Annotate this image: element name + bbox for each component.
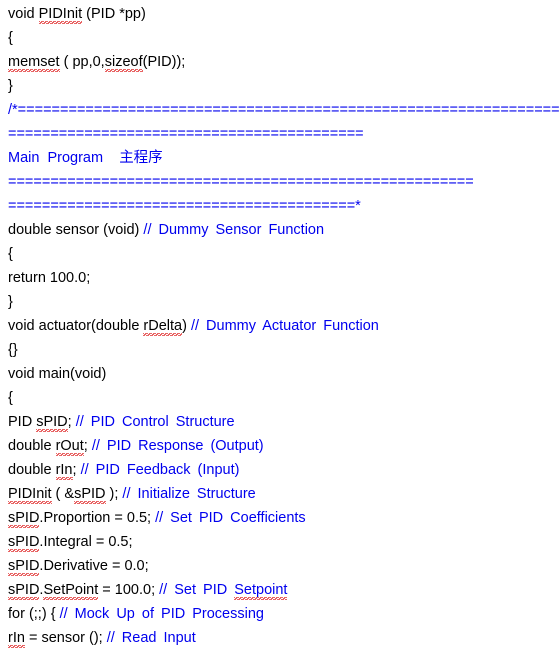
code-comment: // PID Feedback (Input) xyxy=(80,462,240,478)
code-line[interactable]: return 100.0; xyxy=(0,266,560,290)
spellcheck-word: memset xyxy=(8,54,60,73)
code-line[interactable]: PIDInit ( &sPID ); // Initialize Structu… xyxy=(0,482,560,506)
spellcheck-word: sizeof xyxy=(104,54,143,73)
code-line[interactable]: void actuator(double rDelta) // Dummy Ac… xyxy=(0,314,560,338)
code-text: double sensor (void) xyxy=(8,222,144,238)
code-text: } xyxy=(8,78,13,94)
code-text: { xyxy=(8,390,13,406)
code-text: sPID.Integral = 0.5; xyxy=(8,534,133,553)
comment-divider: /*======================================… xyxy=(8,102,560,118)
code-text: return 100.0; xyxy=(8,270,91,286)
code-comment: // Dummy Sensor Function xyxy=(143,222,325,238)
code-text: { xyxy=(8,246,13,262)
code-text: double rOut; xyxy=(8,438,92,457)
spellcheck-word: rIn xyxy=(8,630,25,649)
code-line[interactable]: ========================================… xyxy=(0,194,560,218)
spellcheck-word: Setpoint xyxy=(234,582,288,601)
code-text: void actuator(double rDelta) xyxy=(8,318,191,337)
code-line[interactable]: sPID.Integral = 0.5; xyxy=(0,530,560,554)
spellcheck-word: PIDInit xyxy=(38,6,83,25)
code-comment: // Mock Up of PID Processing xyxy=(59,606,264,622)
code-line[interactable]: {} xyxy=(0,338,560,362)
code-line[interactable]: /*======================================… xyxy=(0,98,560,122)
code-text: memset ( pp,0,sizeof(PID)); xyxy=(8,54,185,73)
comment-divider: ========================================… xyxy=(8,126,364,142)
code-line[interactable]: sPID.Proportion = 0.5; // Set PID Coeffi… xyxy=(0,506,560,530)
code-comment: // Initialize Structure xyxy=(122,486,256,502)
spellcheck-word: rDelta xyxy=(143,318,183,337)
code-text: double rIn; xyxy=(8,462,81,481)
code-line[interactable]: double rOut; // PID Response (Output) xyxy=(0,434,560,458)
spellcheck-word: SetPoint xyxy=(43,582,99,601)
spellcheck-word: rOut xyxy=(55,438,84,457)
code-line[interactable]: } xyxy=(0,290,560,314)
header-spacer xyxy=(103,150,119,166)
code-comment: // PID Control Structure xyxy=(75,414,235,430)
code-comment: // Set PID Setpoint xyxy=(159,582,288,601)
code-line[interactable]: memset ( pp,0,sizeof(PID)); xyxy=(0,50,560,74)
code-line[interactable]: } xyxy=(0,74,560,98)
code-line[interactable]: ========================================… xyxy=(0,170,560,194)
spellcheck-word: sPID xyxy=(8,510,40,529)
code-text: sPID.Proportion = 0.5; xyxy=(8,510,155,529)
code-line[interactable]: rIn = sensor (); // Read Input xyxy=(0,626,560,650)
code-text: sPID.SetPoint = 100.0; xyxy=(8,582,159,601)
spellcheck-word: rIn xyxy=(55,462,73,481)
code-line[interactable]: { xyxy=(0,26,560,50)
code-text: for (;;) { xyxy=(8,606,60,622)
code-comment: // Dummy Actuator Function xyxy=(190,318,379,334)
code-text: } xyxy=(8,294,13,310)
code-line[interactable]: double sensor (void) // Dummy Sensor Fun… xyxy=(0,218,560,242)
code-line-list: void PIDInit (PID *pp) { memset ( pp,0,siz… xyxy=(0,2,560,650)
code-line[interactable]: ========================================… xyxy=(0,122,560,146)
code-line[interactable]: PID sPID; // PID Control Structure xyxy=(0,410,560,434)
spellcheck-word: sPID xyxy=(8,534,40,553)
code-text: void main(void) xyxy=(8,366,107,382)
code-line[interactable]: double rIn; // PID Feedback (Input) xyxy=(0,458,560,482)
spellcheck-word: sPID xyxy=(36,414,68,433)
code-document: void PIDInit (PID *pp) { memset ( pp,0,siz… xyxy=(0,0,560,656)
code-line[interactable]: void main(void) xyxy=(0,362,560,386)
code-comment: // PID Response (Output) xyxy=(91,438,264,454)
spellcheck-word: sPID xyxy=(74,486,106,505)
code-line[interactable]: { xyxy=(0,386,560,410)
spellcheck-word: PIDInit xyxy=(8,486,52,505)
code-text: { xyxy=(8,30,13,46)
comment-divider: ========================================… xyxy=(8,174,474,190)
code-text: rIn = sensor (); xyxy=(8,630,107,649)
code-line[interactable]: sPID.SetPoint = 100.0; // Set PID Setpoi… xyxy=(0,578,560,602)
comment-divider: ========================================… xyxy=(8,198,361,214)
code-line[interactable]: Main Program 主程序 xyxy=(0,146,560,170)
code-text: {} xyxy=(8,342,18,358)
section-header-title-cjk: 主程序 xyxy=(119,150,163,166)
code-comment: // Set PID Coefficients xyxy=(155,510,306,526)
code-text: PID sPID; xyxy=(8,414,76,433)
code-text: sPID.Derivative = 0.0; xyxy=(8,558,149,577)
code-line[interactable]: sPID.Derivative = 0.0; xyxy=(0,554,560,578)
code-line[interactable]: void PIDInit (PID *pp) xyxy=(0,2,560,26)
section-header-title: Main Program xyxy=(8,150,104,166)
code-line[interactable]: for (;;) { // Mock Up of PID Processing xyxy=(0,602,560,626)
spellcheck-word: sPID xyxy=(8,582,40,601)
code-text: void PIDInit (PID *pp) xyxy=(8,6,146,25)
code-line[interactable]: { xyxy=(0,242,560,266)
code-comment: // Read Input xyxy=(106,630,196,646)
code-text: PIDInit ( &sPID ); xyxy=(8,486,122,505)
spellcheck-word: sPID xyxy=(8,558,40,577)
